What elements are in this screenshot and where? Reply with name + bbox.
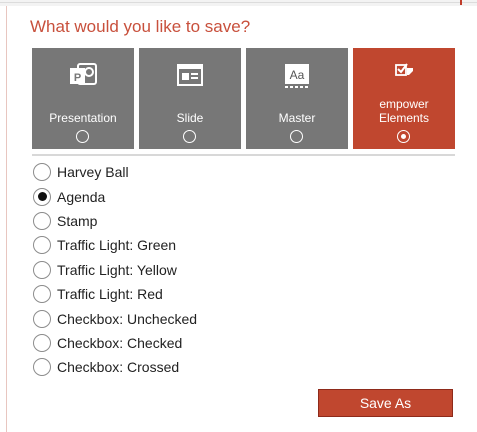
option-traffic-light-green[interactable]: Traffic Light: Green (33, 233, 333, 257)
radio-button[interactable] (33, 285, 51, 304)
tile-master-radio[interactable] (290, 130, 303, 143)
save-type-tiles: P Presentation Slide Aa Master empower E… (32, 48, 455, 149)
radio-button[interactable] (33, 211, 51, 230)
option-harvey-ball[interactable]: Harvey Ball (33, 160, 333, 184)
top-strip (0, 0, 477, 6)
option-label: Traffic Light: Yellow (57, 261, 177, 278)
tile-empower-label-line1: empower (379, 97, 429, 111)
dialog-title: What would you like to save? (30, 17, 251, 36)
slide-layout-icon (139, 62, 241, 90)
radio-button-selected[interactable] (33, 187, 51, 206)
option-label: Traffic Light: Red (57, 286, 163, 303)
option-traffic-light-red[interactable]: Traffic Light: Red (33, 282, 333, 306)
option-label: Harvey Ball (57, 164, 129, 181)
radio-button[interactable] (33, 236, 51, 255)
option-label: Checkbox: Checked (57, 334, 183, 351)
element-check-icon (353, 60, 455, 88)
radio-button[interactable] (33, 358, 51, 377)
option-label: Traffic Light: Green (57, 237, 177, 254)
tile-empower-radio[interactable] (397, 130, 410, 143)
option-label: Checkbox: Unchecked (57, 310, 198, 327)
tile-master[interactable]: Aa Master (246, 48, 348, 149)
radio-button[interactable] (33, 333, 51, 352)
save-as-button[interactable]: Save As (318, 389, 453, 417)
tile-presentation-radio[interactable] (76, 130, 89, 143)
radio-button[interactable] (33, 309, 51, 328)
option-checkbox-checked[interactable]: Checkbox: Checked (33, 331, 333, 355)
top-strip-line (0, 2, 477, 3)
option-stamp[interactable]: Stamp (33, 209, 333, 233)
option-traffic-light-yellow[interactable]: Traffic Light: Yellow (33, 258, 333, 282)
option-checkbox-crossed[interactable]: Checkbox: Crossed (33, 355, 333, 379)
option-agenda[interactable]: Agenda (33, 184, 333, 208)
powerpoint-icon: P (32, 62, 134, 90)
tile-empower-label-line2: Elements (378, 111, 430, 125)
radio-button[interactable] (33, 163, 51, 182)
section-divider (32, 154, 455, 156)
tile-presentation[interactable]: P Presentation (32, 48, 134, 149)
tile-slide-radio[interactable] (183, 130, 196, 143)
master-aa-icon: Aa (246, 62, 348, 90)
tile-empower-elements[interactable]: empower Elements (353, 48, 455, 149)
left-border (6, 6, 7, 432)
element-options-list: Harvey Ball Agenda Stamp Traffic Light: … (33, 160, 333, 380)
radio-button[interactable] (33, 260, 51, 279)
option-label: Agenda (57, 188, 106, 205)
option-label: Stamp (57, 212, 98, 229)
tile-master-label: Master (278, 111, 316, 125)
option-label: Checkbox: Crossed (57, 359, 180, 376)
tile-presentation-label: Presentation (49, 111, 117, 125)
svg-text:P: P (74, 72, 81, 84)
top-strip-tick (460, 0, 462, 5)
option-checkbox-unchecked[interactable]: Checkbox: Unchecked (33, 306, 333, 330)
tile-slide-label: Slide (176, 111, 204, 125)
tile-slide[interactable]: Slide (139, 48, 241, 149)
master-aa-text: Aa (290, 68, 305, 82)
